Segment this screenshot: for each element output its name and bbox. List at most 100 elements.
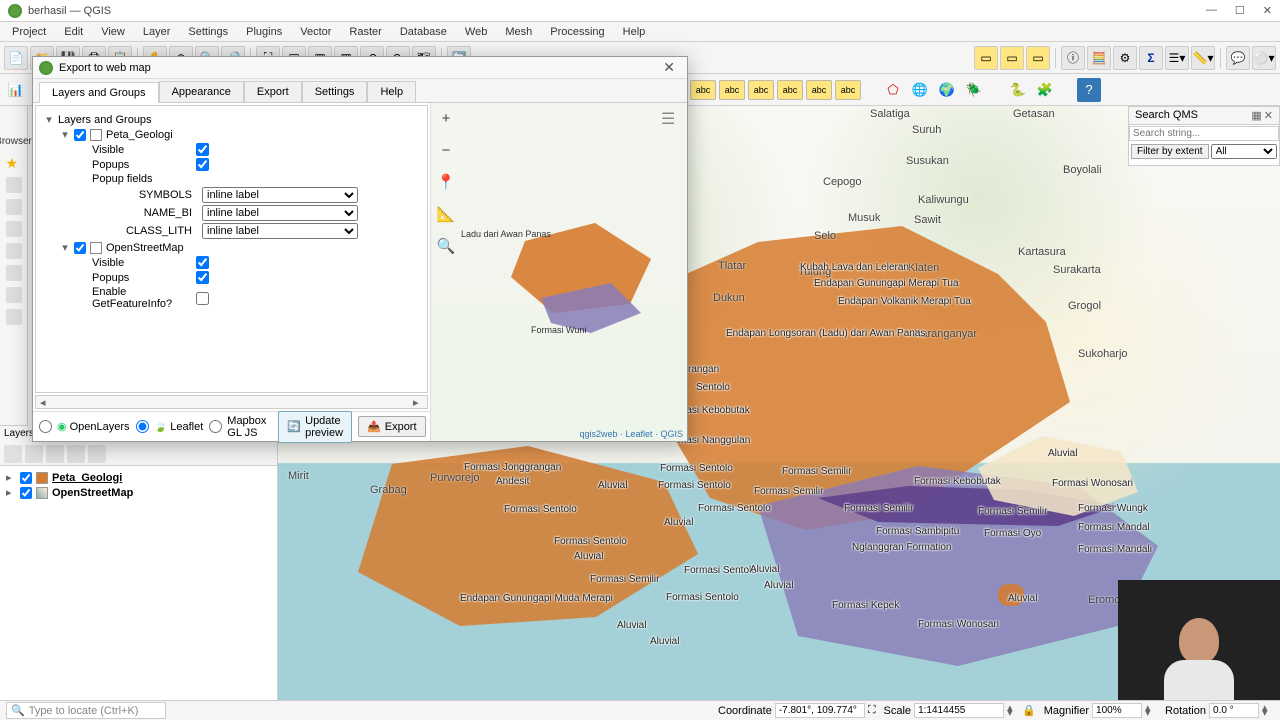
field-classlith-select[interactable]: inline label [202, 223, 358, 239]
no-action-icon[interactable]: ⚪▾ [1252, 46, 1276, 70]
menu-help[interactable]: Help [615, 24, 654, 40]
bug-icon[interactable]: 🪲 [962, 78, 986, 102]
field-namebi-select[interactable]: inline label [202, 205, 358, 221]
rail-icon[interactable] [6, 177, 22, 193]
visible-checkbox[interactable] [196, 256, 209, 269]
label-tool-5-icon[interactable]: abc [777, 80, 803, 100]
attr-table-icon[interactable]: ☰▾ [1165, 46, 1189, 70]
exporter-openlayers[interactable]: ◉OpenLayers [39, 420, 130, 433]
layer-checkbox[interactable] [74, 129, 86, 141]
menu-project[interactable]: Project [4, 24, 54, 40]
layers-tree[interactable]: ▸ Peta_Geologi ▸ OpenStreetMap [0, 466, 277, 504]
rail-icon[interactable] [6, 243, 22, 259]
qms-grid-icon[interactable]: ▦ [1251, 109, 1261, 122]
exporter-leaflet[interactable]: 🍃Leaflet [136, 420, 204, 433]
locate-icon[interactable]: 📍 [437, 173, 455, 191]
scale-input[interactable] [914, 703, 1004, 718]
tab-help[interactable]: Help [367, 81, 416, 102]
layer-checkbox[interactable] [74, 242, 86, 254]
menu-web[interactable]: Web [457, 24, 495, 40]
locator-input[interactable]: 🔍 Type to locate (Ctrl+K) [6, 702, 166, 719]
zoom-in-icon[interactable]: + [437, 109, 455, 127]
update-preview-button[interactable]: 🔄Update preview [278, 411, 352, 443]
measure-icon[interactable]: 📏▾ [1191, 46, 1215, 70]
label-tool-7-icon[interactable]: abc [835, 80, 861, 100]
mag-input[interactable] [1092, 703, 1142, 718]
rail-icon[interactable] [6, 265, 22, 281]
layer-expand-icon[interactable] [46, 445, 64, 463]
rail-icon[interactable] [6, 287, 22, 303]
map-tips-icon[interactable]: 💬 [1226, 46, 1250, 70]
layer-filter-icon[interactable] [4, 445, 22, 463]
open-attr-table-icon[interactable]: 🧮 [1087, 46, 1111, 70]
rail-icon[interactable] [6, 221, 22, 237]
identify-icon[interactable]: ⓘ [1061, 46, 1085, 70]
label-tool-2-icon[interactable]: abc [690, 80, 716, 100]
lock-icon[interactable]: 🔒 [1022, 704, 1036, 717]
coord-input[interactable] [775, 703, 865, 718]
menu-settings[interactable]: Settings [180, 24, 236, 40]
tab-appearance[interactable]: Appearance [159, 81, 244, 102]
field-symbols-select[interactable]: inline label [202, 187, 358, 203]
tree-hscroll[interactable]: ◂▸ [35, 395, 428, 409]
plugin-icon[interactable]: 🧩 [1033, 78, 1057, 102]
export-button[interactable]: 📤Export [358, 416, 426, 437]
favorite-icon[interactable]: ★ [6, 155, 22, 171]
rail-icon[interactable] [6, 199, 22, 215]
menu-edit[interactable]: Edit [56, 24, 91, 40]
rot-input[interactable] [1209, 703, 1259, 718]
polygon-icon[interactable]: ⬠ [881, 78, 905, 102]
menu-raster[interactable]: Raster [341, 24, 389, 40]
visible-checkbox[interactable] [196, 143, 209, 156]
menu-mesh[interactable]: Mesh [497, 24, 540, 40]
layer-style-1-icon[interactable]: ▭ [974, 46, 998, 70]
zoom-out-icon[interactable]: − [437, 141, 455, 159]
rail-icon[interactable] [6, 309, 22, 325]
layer-style-2-icon[interactable]: ▭ [1000, 46, 1024, 70]
globe-2-icon[interactable]: 🌍 [935, 78, 959, 102]
preview-map[interactable]: Ladu dari Awan Panas Formasi Wuni + − 📍 … [431, 103, 687, 441]
stats-icon[interactable]: Σ [1139, 46, 1163, 70]
menu-processing[interactable]: Processing [542, 24, 612, 40]
tab-export[interactable]: Export [244, 81, 302, 102]
expand-icon[interactable]: ▸ [6, 471, 16, 484]
popups-checkbox[interactable] [196, 271, 209, 284]
menu-database[interactable]: Database [392, 24, 455, 40]
extent-icon[interactable]: ⛶ [868, 704, 876, 717]
new-project-icon[interactable]: 📄 [4, 46, 28, 70]
popups-checkbox[interactable] [196, 158, 209, 171]
globe-1-icon[interactable]: 🌐 [908, 78, 932, 102]
layer-add-icon[interactable] [25, 445, 43, 463]
tab-layers-groups[interactable]: Layers and Groups [39, 82, 159, 103]
layer-checkbox[interactable] [20, 487, 32, 499]
menu-vector[interactable]: Vector [292, 24, 339, 40]
menu-view[interactable]: View [93, 24, 133, 40]
minimize-button[interactable]: — [1206, 4, 1217, 17]
field-calc-icon[interactable]: ⚙ [1113, 46, 1137, 70]
getfeature-checkbox[interactable] [196, 292, 209, 305]
measure-icon[interactable]: 📐 [437, 205, 455, 223]
label-tool-3-icon[interactable]: abc [719, 80, 745, 100]
help-icon[interactable]: ? [1077, 78, 1101, 102]
layer-collapse-icon[interactable] [67, 445, 85, 463]
layer-item-openstreetmap[interactable]: ▸ OpenStreetMap [6, 485, 271, 500]
label-tool-6-icon[interactable]: abc [806, 80, 832, 100]
dialog-close-button[interactable]: ✕ [657, 59, 681, 76]
qms-filter-extent-button[interactable]: Filter by extent [1131, 144, 1209, 159]
add-layer-icon[interactable]: 📊 [4, 78, 28, 102]
label-tool-4-icon[interactable]: abc [748, 80, 774, 100]
exporter-mapbox[interactable]: Mapbox GL JS [209, 415, 266, 439]
expand-icon[interactable]: ▸ [6, 486, 16, 499]
layer-checkbox[interactable] [20, 472, 32, 484]
layer-item-peta-geologi[interactable]: ▸ Peta_Geologi [6, 470, 271, 485]
menu-layer[interactable]: Layer [135, 24, 179, 40]
menu-plugins[interactable]: Plugins [238, 24, 290, 40]
layers-icon[interactable]: ☰ [661, 109, 681, 129]
dialog-layer-tree[interactable]: ▾Layers and Groups ▾Peta_Geologi Visible… [35, 105, 428, 393]
close-button[interactable]: ✕ [1263, 4, 1272, 17]
qms-filter-select[interactable]: All [1211, 144, 1277, 159]
python-icon[interactable]: 🐍 [1006, 78, 1030, 102]
layer-remove-icon[interactable] [88, 445, 106, 463]
tab-settings[interactable]: Settings [302, 81, 368, 102]
layer-style-3-icon[interactable]: ▭ [1026, 46, 1050, 70]
